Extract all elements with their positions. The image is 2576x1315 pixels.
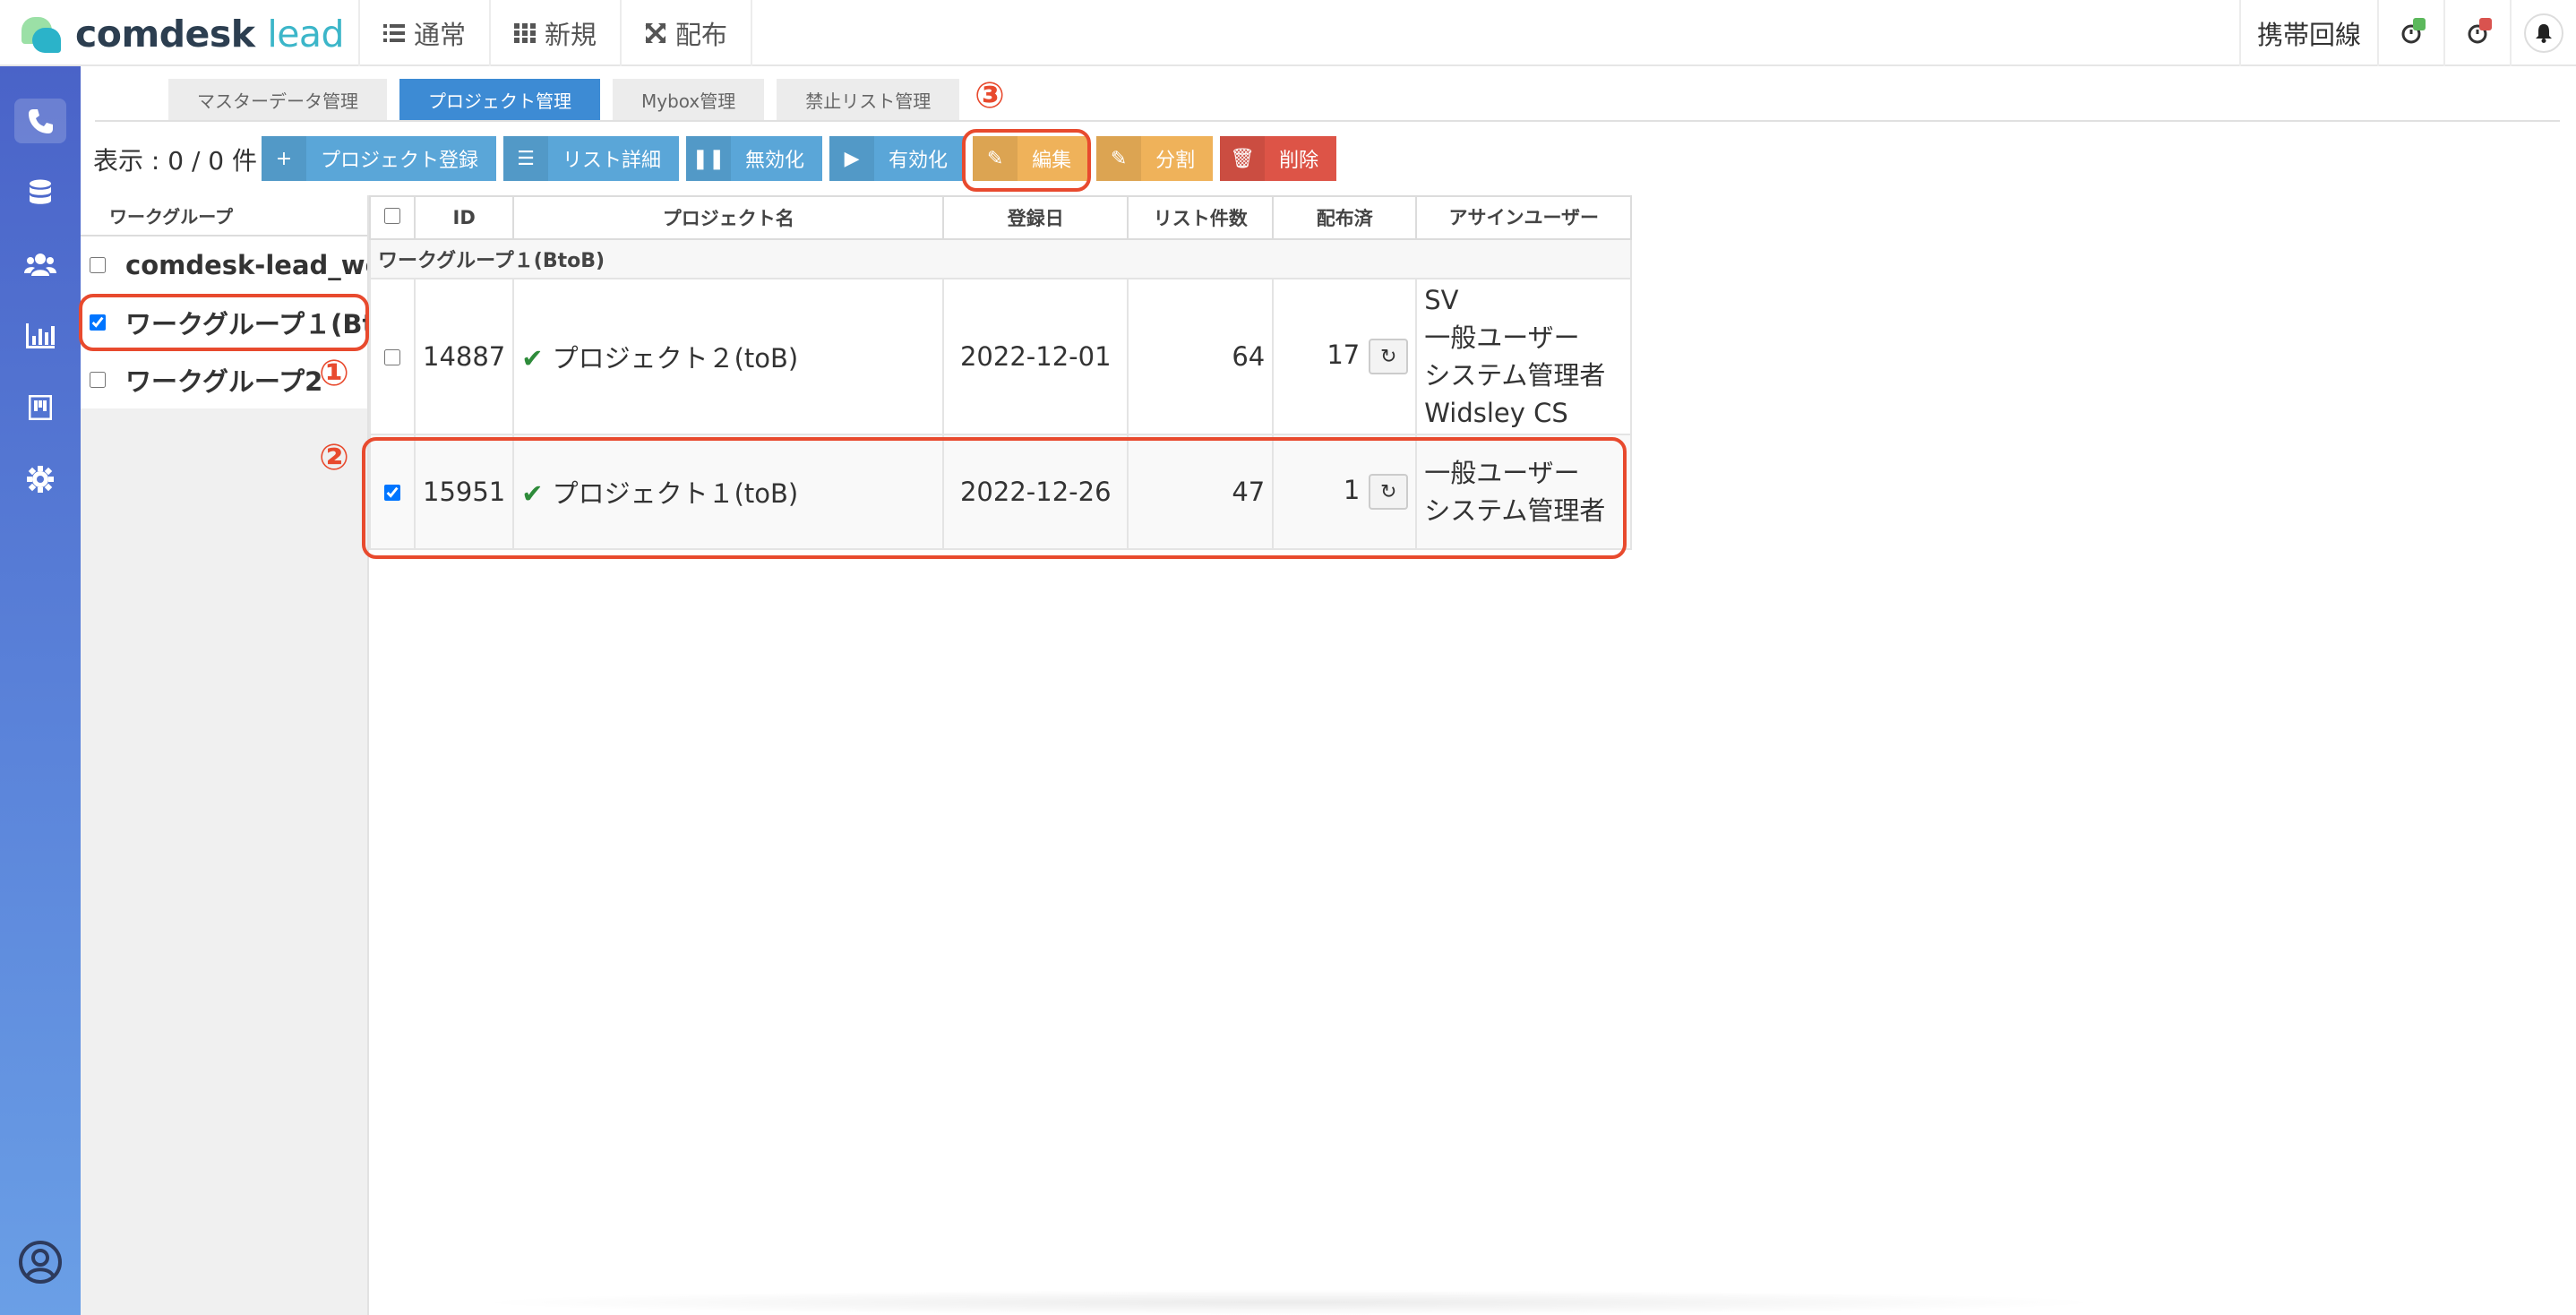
col-project-name[interactable]: プロジェクト名 xyxy=(512,195,945,240)
mobile-line-button[interactable]: 携帯回線 xyxy=(2239,0,2377,66)
sidebar-item-database[interactable] xyxy=(14,170,66,215)
disable-button[interactable]: ❚❚ 無効化 xyxy=(686,136,823,181)
nav-distribute[interactable]: 配布 xyxy=(622,0,753,66)
annotation-box-workgroup xyxy=(79,294,369,351)
sidebar-item-reports[interactable] xyxy=(14,314,66,358)
tab-mybox[interactable]: Mybox管理 xyxy=(613,79,765,120)
top-right: 携帯回線 xyxy=(2239,0,2576,66)
row-users: SV 一般ユーザー システム管理者 Widsley CS xyxy=(1415,278,1633,435)
timer-button-1[interactable] xyxy=(2377,0,2443,66)
list-icon xyxy=(383,24,405,42)
tab-divider xyxy=(95,120,2560,122)
table-row[interactable]: 14887 ✔ プロジェクト２(toB) 2022-12-01 64 17 ↻ SV… xyxy=(369,278,1633,435)
plus-icon: + xyxy=(262,136,306,181)
timer-badge-green xyxy=(2413,18,2426,30)
row-id: 14887 xyxy=(413,278,515,435)
nav-new[interactable]: 新規 xyxy=(491,0,623,66)
grid-icon xyxy=(514,23,537,43)
sidebar-item-account[interactable] xyxy=(14,1240,66,1285)
split-button[interactable]: ✎ 分割 xyxy=(1096,136,1214,181)
refresh-button[interactable]: ↻ xyxy=(1369,339,1409,374)
table-header-row: ID プロジェクト名 登録日 リスト件数 配布済 アサインユーザー xyxy=(369,195,1633,240)
logo-mark-icon xyxy=(21,13,63,55)
tab-master-data[interactable]: マスターデータ管理 xyxy=(168,79,387,120)
row-count: 64 xyxy=(1127,278,1275,435)
bell-icon xyxy=(2536,24,2552,43)
annotation-number-3: ③ xyxy=(975,75,1005,116)
display-count: 表示 : 0 / 0 件 xyxy=(93,146,257,176)
annotation-box-row xyxy=(362,437,1627,559)
enable-button[interactable]: ▶ 有効化 xyxy=(829,136,966,181)
check-icon: ✔ xyxy=(521,343,544,374)
notification-button[interactable] xyxy=(2510,0,2576,66)
timer-button-2[interactable] xyxy=(2443,0,2510,66)
col-assigned-users[interactable]: アサインユーザー xyxy=(1415,195,1633,240)
play-icon: ▶ xyxy=(829,136,875,181)
sidebar-item-board[interactable] xyxy=(14,385,66,430)
row-select-cell xyxy=(369,278,416,435)
group-row: ワークグループ１(BtoB) xyxy=(368,238,1633,279)
sidebar-item-users[interactable] xyxy=(14,242,66,287)
database-icon xyxy=(30,179,51,204)
refresh-icon: ↻ xyxy=(1380,345,1397,368)
top-nav: 通常 新規 配布 xyxy=(358,0,753,66)
project-register-button[interactable]: + プロジェクト登録 xyxy=(262,136,497,181)
logo[interactable]: comdesk lead xyxy=(21,9,345,59)
tab-prohibited-list[interactable]: 禁止リスト管理 xyxy=(777,79,960,120)
annotation-number-1: ① xyxy=(319,353,349,394)
sub-tabs: マスターデータ管理 プロジェクト管理 Mybox管理 禁止リスト管理 xyxy=(168,79,960,120)
user-name: SV xyxy=(1424,285,1459,315)
row-checkbox[interactable] xyxy=(384,349,400,365)
tab-project-management[interactable]: プロジェクト管理 xyxy=(399,79,600,120)
workgroup-header: ワークグループ xyxy=(81,195,367,236)
col-register-date[interactable]: 登録日 xyxy=(942,195,1129,240)
user-circle-icon xyxy=(19,1241,62,1284)
annotation-box-edit xyxy=(962,129,1091,192)
row-name-cell: ✔ プロジェクト２(toB) xyxy=(512,278,945,435)
col-id[interactable]: ID xyxy=(413,195,515,240)
col-list-count[interactable]: リスト件数 xyxy=(1127,195,1275,240)
gear-icon xyxy=(27,466,54,493)
pause-icon: ❚❚ xyxy=(686,136,732,181)
sidebar-item-settings[interactable] xyxy=(14,457,66,502)
edit-icon: ✎ xyxy=(1096,136,1142,181)
row-date: 2022-12-01 xyxy=(942,278,1129,435)
annotation-number-2: ② xyxy=(319,437,349,478)
select-all-cell xyxy=(369,195,416,240)
workgroup-item[interactable]: comdesk-lead_wor xyxy=(81,236,367,294)
bottom-shadow xyxy=(466,1290,2114,1315)
delete-button[interactable]: 🗑 削除 xyxy=(1220,136,1337,181)
users-icon xyxy=(24,254,56,276)
user-name: システム管理者 xyxy=(1424,360,1606,391)
board-icon xyxy=(29,395,52,420)
workgroup-checkbox[interactable] xyxy=(90,372,106,388)
phone-icon xyxy=(29,109,53,133)
sidebar xyxy=(0,66,81,1315)
sidebar-item-phone[interactable] xyxy=(14,99,66,143)
col-distributed[interactable]: 配布済 xyxy=(1272,195,1418,240)
top-bar: comdesk lead 通常 新規 配布 携帯回線 xyxy=(0,0,2576,66)
workgroup-checkbox[interactable] xyxy=(90,257,106,273)
row-distributed-cell: 17 ↻ xyxy=(1272,278,1418,435)
timer-badge-red xyxy=(2479,18,2492,30)
list-detail-button[interactable]: ☰ リスト詳細 xyxy=(503,136,680,181)
bar-chart-icon xyxy=(26,323,55,348)
trash-icon: 🗑 xyxy=(1220,136,1266,181)
expand-icon xyxy=(645,22,666,44)
select-all-checkbox[interactable] xyxy=(384,208,400,224)
list-icon: ☰ xyxy=(503,136,549,181)
group-label: ワークグループ１(BtoB) xyxy=(368,238,1633,279)
user-name: Widsley CS xyxy=(1424,398,1568,428)
user-name: 一般ユーザー xyxy=(1424,322,1580,353)
toolbar: + プロジェクト登録 ☰ リスト詳細 ❚❚ 無効化 ▶ 有効化 ✎ 編集 ✎ 分割 🗑 削除 xyxy=(262,136,1337,181)
logo-text: comdesk lead xyxy=(75,13,345,56)
row-name[interactable]: プロジェクト２(toB) xyxy=(553,343,799,374)
nav-normal[interactable]: 通常 xyxy=(358,0,492,66)
row-distributed: 17 xyxy=(1327,339,1361,370)
